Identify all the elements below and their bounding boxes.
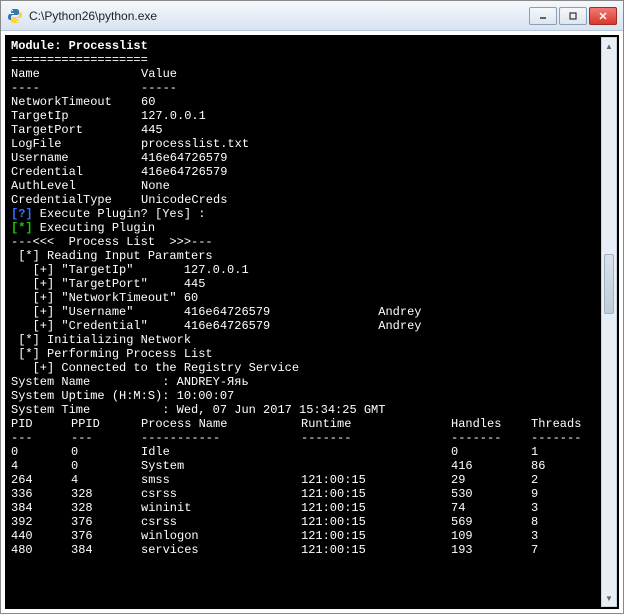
minimize-button[interactable] bbox=[529, 7, 557, 25]
vertical-scrollbar[interactable]: ▲ ▼ bbox=[601, 37, 617, 607]
scroll-down-arrow[interactable]: ▼ bbox=[602, 590, 616, 606]
scroll-up-arrow[interactable]: ▲ bbox=[602, 38, 616, 54]
window-controls bbox=[529, 7, 617, 25]
titlebar[interactable]: C:\Python26\python.exe bbox=[1, 1, 623, 31]
maximize-button[interactable] bbox=[559, 7, 587, 25]
scrollbar-thumb[interactable] bbox=[604, 254, 614, 314]
app-window: C:\Python26\python.exe Module: Processli… bbox=[1, 1, 623, 613]
close-button[interactable] bbox=[589, 7, 617, 25]
window-title: C:\Python26\python.exe bbox=[29, 9, 529, 23]
console-output: Module: Processlist===================Na… bbox=[5, 35, 619, 609]
python-icon bbox=[7, 8, 23, 24]
console-area: Module: Processlist===================Na… bbox=[1, 31, 623, 613]
